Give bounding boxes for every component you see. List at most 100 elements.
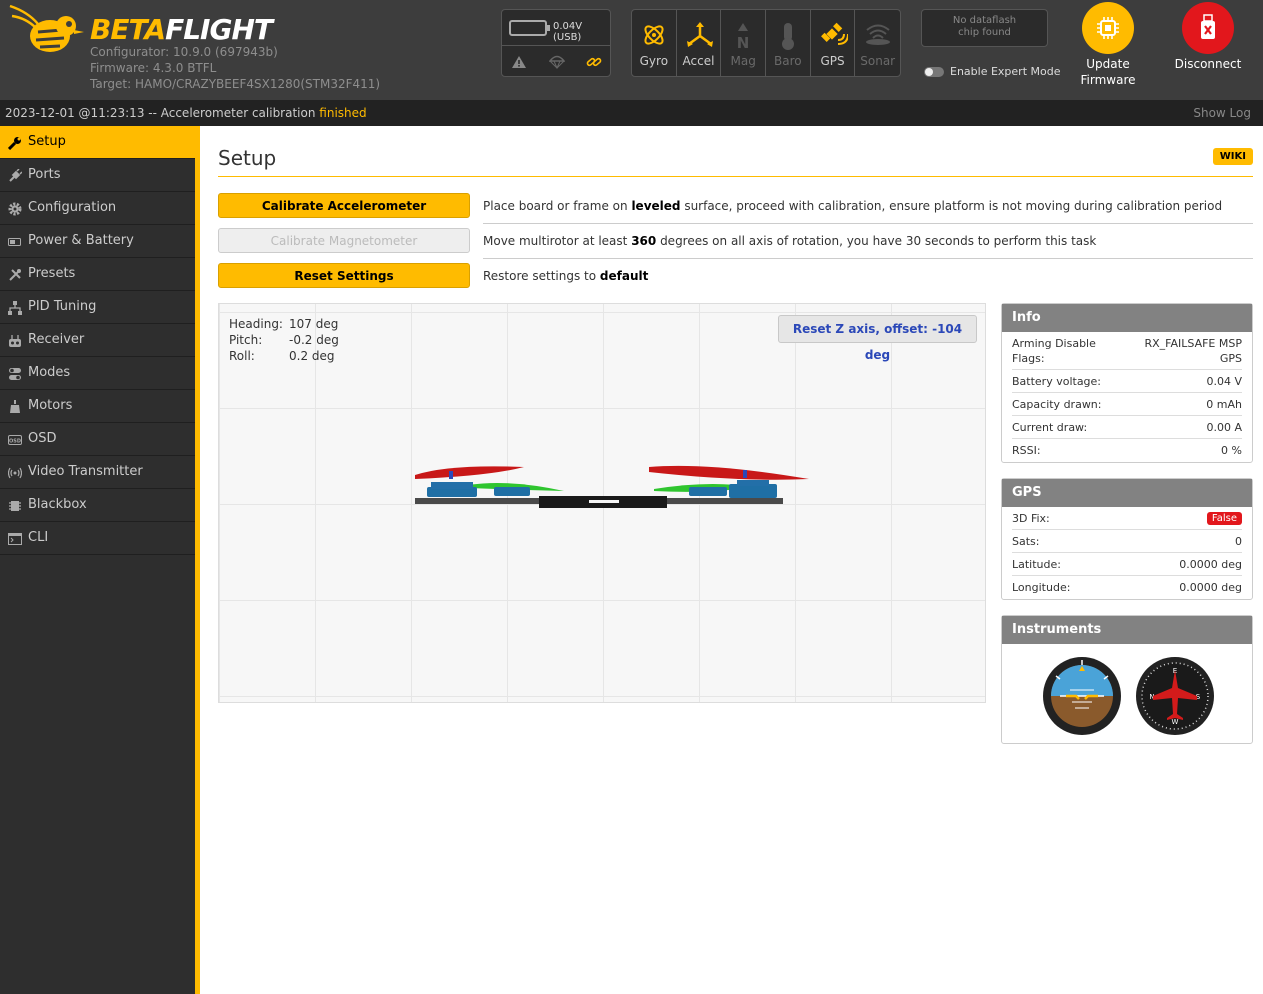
sidebar-item-osd[interactable]: OSD OSD	[0, 423, 195, 456]
vtx-icon	[8, 466, 22, 479]
sidebar-item-configuration[interactable]: Configuration	[0, 192, 195, 225]
sensor-baro: Baro	[766, 10, 811, 76]
link-icon	[582, 52, 606, 72]
rssi-value: 0 %	[1221, 444, 1242, 457]
betaflight-bee-logo-icon	[9, 4, 84, 52]
instruments-panel-title: Instruments	[1002, 616, 1252, 644]
rssi-row: RSSI: 0 %	[1012, 444, 1242, 457]
arming-flags-row: Arming Disable Flags: RX_FAILSAFE MSP GPS	[1012, 332, 1242, 370]
capacity-drawn-row: Capacity drawn: 0 mAh	[1012, 393, 1242, 416]
svg-text:OSD: OSD	[9, 438, 21, 444]
reset-z-axis-button[interactable]: Reset Z axis, offset: -104 deg	[778, 315, 977, 362]
target-info: Target: HAMO/CRAZYBEEF4SX1280(STM32F411)	[90, 77, 381, 91]
battery-status-box: 0.04V (USB)	[501, 9, 611, 77]
heading-indicator-icon: E S W N	[1136, 657, 1214, 735]
gps-sats-value: 0	[1235, 534, 1242, 548]
info-panel: Info Arming Disable Flags: RX_FAILSAFE MS…	[1001, 303, 1253, 463]
battery-voltage-row: Battery voltage: 0.04 V	[1012, 370, 1242, 393]
calibrate-magnetometer-row: Calibrate Magnetometer Move multirotor a…	[218, 228, 1253, 263]
toggle-switch-icon[interactable]	[924, 67, 944, 77]
expert-mode-toggle[interactable]: Enable Expert Mode	[924, 65, 1060, 78]
svg-text:N: N	[737, 34, 750, 50]
calibrate-magnetometer-button[interactable]: Calibrate Magnetometer	[218, 228, 470, 253]
sidebar-item-setup[interactable]: Setup	[0, 126, 195, 159]
status-bar: 2023-12-01 @11:23:13 -- Accelerometer ca…	[0, 100, 1263, 126]
gps-sats-row: Sats: 0	[1012, 530, 1242, 553]
heading-value: 107 deg	[289, 317, 339, 331]
usb-disconnect-icon	[1182, 2, 1234, 54]
accel-icon	[686, 22, 713, 47]
page-title: Setup	[218, 146, 277, 170]
sidebar-accent-bar	[195, 126, 200, 994]
cli-icon	[8, 532, 22, 545]
reset-settings-button[interactable]: Reset Settings	[218, 263, 470, 288]
gps-longitude-row: Longitude: 0.0000 deg	[1012, 581, 1242, 594]
info-panel-title: Info	[1002, 304, 1252, 332]
gps-fix-row: 3D Fix: False	[1012, 507, 1242, 530]
baro-icon	[782, 23, 795, 50]
attitude-indicator-icon	[1043, 657, 1121, 735]
sidebar-item-video-transmitter[interactable]: Video Transmitter	[0, 456, 195, 489]
receiver-icon	[8, 334, 22, 347]
sensor-gps: GPS	[811, 10, 856, 76]
sidebar-item-motors[interactable]: Motors	[0, 390, 195, 423]
quadcopter-model	[415, 465, 809, 508]
instruments-panel: Instruments E S W N	[1001, 615, 1253, 744]
battery-icon	[8, 235, 22, 248]
reset-settings-help: Restore settings to default	[483, 269, 649, 283]
calibrate-accelerometer-button[interactable]: Calibrate Accelerometer	[218, 193, 470, 218]
configurator-version: Configurator: 10.9.0 (697943b)	[90, 45, 278, 59]
warning-icon	[507, 52, 531, 72]
sensor-sonar: Sonar	[855, 10, 900, 76]
sidebar-item-cli[interactable]: CLI	[0, 522, 195, 555]
gps-panel-title: GPS	[1002, 479, 1252, 507]
modes-icon	[8, 367, 22, 380]
svg-text:W: W	[1172, 718, 1179, 726]
gps-panel: GPS 3D Fix: False Sats: 0 Latitude: 0.0000 …	[1001, 478, 1253, 600]
sensor-gyro: Gyro	[632, 10, 677, 76]
arming-flags-value: RX_FAILSAFE MSP GPS	[1144, 336, 1243, 365]
status-message: 2023-12-01 @11:23:13 -- Accelerometer ca…	[5, 106, 320, 120]
calibrate-accelerometer-help: Place board or frame on leveled surface,…	[483, 199, 1223, 213]
sidebar: Setup Ports Configuration Power & Batter…	[0, 126, 195, 994]
capacity-drawn-value: 0 mAh	[1206, 397, 1242, 411]
pitch-value: -0.2 deg	[289, 333, 339, 347]
gear-icon	[8, 202, 22, 215]
sidebar-item-blackbox[interactable]: Blackbox	[0, 489, 195, 522]
dataflash-status: No dataflash chip found	[921, 9, 1048, 47]
disconnect-button[interactable]: Disconnect	[1163, 2, 1253, 72]
current-draw-value: 0.00 A	[1206, 420, 1242, 434]
sidebar-item-ports[interactable]: Ports	[0, 159, 195, 192]
update-firmware-button[interactable]: Update Firmware	[1063, 2, 1153, 88]
osd-icon: OSD	[8, 433, 22, 446]
sidebar-item-modes[interactable]: Modes	[0, 357, 195, 390]
sidebar-item-power-battery[interactable]: Power & Battery	[0, 225, 195, 258]
sidebar-item-pid-tuning[interactable]: PID Tuning	[0, 291, 195, 324]
wiki-button[interactable]: WIKI	[1212, 148, 1253, 165]
show-log-link[interactable]: Show Log	[1193, 100, 1251, 126]
roll-value: 0.2 deg	[289, 349, 335, 363]
chip-icon	[1082, 2, 1134, 54]
status-result: finished	[319, 106, 367, 120]
pid-icon	[8, 300, 22, 315]
sonar-icon	[866, 24, 891, 45]
gps-fix-badge: False	[1206, 511, 1242, 525]
tools-icon	[8, 268, 22, 281]
calibrate-magnetometer-help: Move multirotor at least 360 degrees on …	[483, 234, 1097, 248]
battery-icon	[509, 20, 550, 36]
reset-settings-row: Reset Settings Restore settings to defau…	[218, 263, 1253, 298]
sidebar-item-receiver[interactable]: Receiver	[0, 324, 195, 357]
header: BETAFLIGHT Configurator: 10.9.0 (697943b…	[0, 0, 1263, 100]
plug-icon	[8, 168, 22, 182]
battery-voltage-text: 0.04V (USB)	[553, 21, 583, 43]
attitude-readout: Heading: 107 deg Pitch: -0.2 deg Roll: 0.2 …	[229, 317, 339, 363]
betaflight-logo-text: BETAFLIGHT	[90, 13, 273, 46]
gyro-icon	[644, 25, 664, 45]
firmware-version: Firmware: 4.3.0 BTFL	[90, 61, 217, 75]
sensor-accel: Accel	[677, 10, 722, 76]
wrench-icon	[8, 136, 22, 150]
3d-model-view[interactable]: Heading: 107 deg Pitch: -0.2 deg Roll: 0.2 …	[218, 303, 986, 703]
title-divider	[218, 176, 1253, 177]
sidebar-item-presets[interactable]: Presets	[0, 258, 195, 291]
mag-icon: N	[737, 23, 750, 50]
